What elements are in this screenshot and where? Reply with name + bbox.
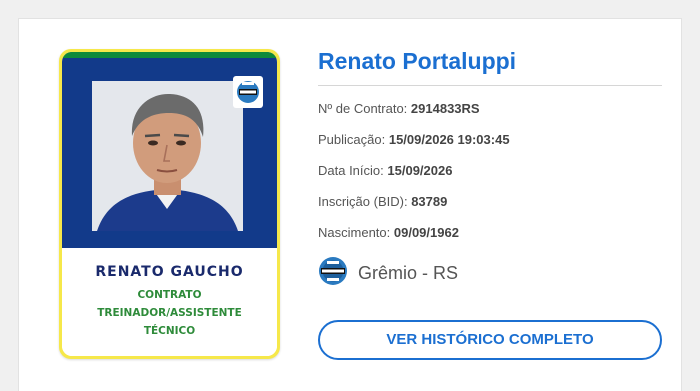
player-card-inner: RENATO GAUCHO CONTRATO TREINADOR/ASSISTE… — [62, 52, 277, 356]
registration-label: Inscrição (BID): — [318, 194, 408, 209]
birth-value: 09/09/1962 — [393, 225, 459, 240]
club-name: Grêmio - RS — [358, 262, 459, 283]
player-info: Renato Portaluppi Nº de Contrato: 291483… — [318, 48, 662, 291]
player-full-name: Renato Portaluppi — [318, 48, 517, 74]
view-history-button[interactable]: VER HISTÓRICO COMPLETO — [318, 320, 662, 360]
start-date-value: 15/09/2026 — [387, 163, 453, 178]
publication-row: Publicação: 15/09/2026 19:03:45 — [318, 131, 662, 162]
birth-label: Nascimento: — [318, 225, 391, 240]
club-line: Grêmio - RS — [318, 255, 662, 291]
registration-row: Inscrição (BID): 83789 — [318, 193, 662, 224]
gremio-crest-icon — [233, 76, 263, 108]
birth-row: Nascimento: 09/09/1962 — [318, 224, 662, 255]
card-player-name: RENATO GAUCHO — [95, 264, 244, 280]
card-caption: RENATO GAUCHO CONTRATO TREINADOR/ASSISTE… — [62, 248, 277, 356]
card-role-line: TÉCNICO — [143, 325, 196, 337]
card-role: CONTRATO TREINADOR/ASSISTENTE TÉCNICO — [62, 286, 277, 340]
gremio-crest-icon — [318, 256, 348, 291]
player-photo — [92, 81, 243, 231]
publication-label: Publicação: — [318, 132, 386, 147]
contract-label: Nº de Contrato: — [318, 101, 408, 116]
registration-value: 83789 — [411, 194, 448, 209]
contract-value: 2914833RS — [410, 101, 480, 116]
start-date-row: Data Início: 15/09/2026 — [318, 162, 662, 193]
card-role-line: TREINADOR/ASSISTENTE — [97, 307, 242, 319]
card-role-line: CONTRATO — [137, 289, 202, 301]
publication-value: 15/09/2026 19:03:45 — [388, 132, 510, 147]
player-card: RENATO GAUCHO CONTRATO TREINADOR/ASSISTE… — [59, 49, 280, 359]
contract-row: Nº de Contrato: 2914833RS — [318, 100, 662, 131]
start-date-label: Data Início: — [318, 163, 384, 178]
divider — [318, 85, 662, 86]
card-photo-area — [62, 52, 277, 248]
